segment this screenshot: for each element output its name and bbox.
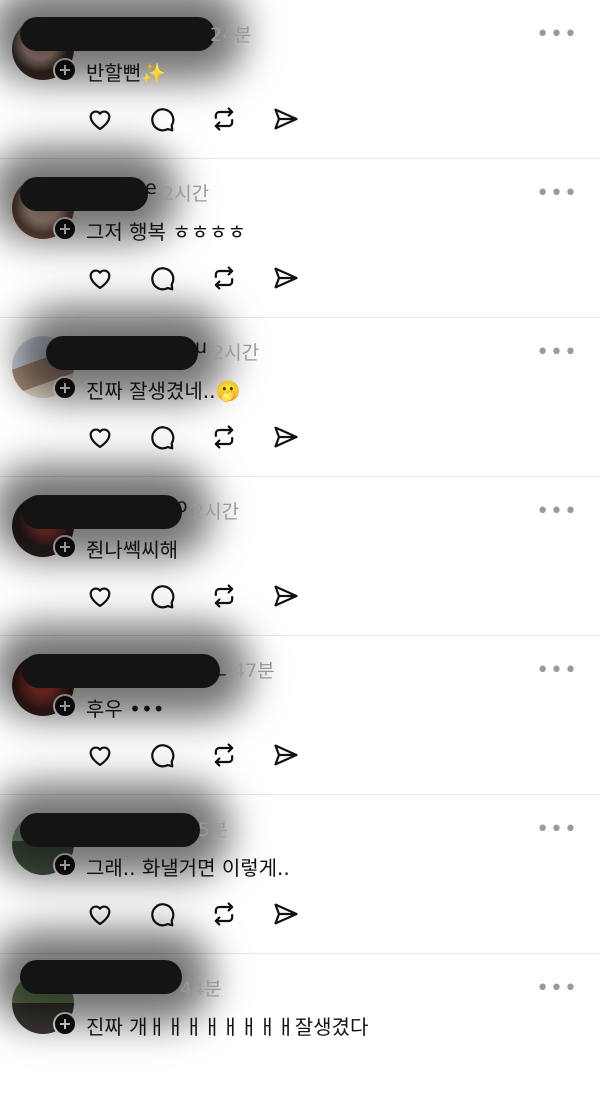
post-text: 그래.. 화낼거면 이렇게.. xyxy=(86,856,290,880)
comment-icon[interactable] xyxy=(148,898,210,930)
send-icon[interactable] xyxy=(272,262,334,294)
username[interactable]: _ xyxy=(216,654,226,676)
action-bar xyxy=(86,421,334,453)
redacted-username xyxy=(22,495,182,529)
heart-icon[interactable] xyxy=(86,898,148,930)
username[interactable]: u xyxy=(195,336,207,358)
follow-plus-icon[interactable] xyxy=(53,853,77,877)
post-text: 줜나쎅씨해 xyxy=(86,538,178,562)
redacted-username xyxy=(46,336,198,370)
action-bar xyxy=(86,580,334,612)
timestamp: 44분 xyxy=(180,978,222,1000)
post-text: 반할뻔✨ xyxy=(86,61,167,85)
more-icon[interactable]: ••• xyxy=(536,499,578,524)
action-bar xyxy=(86,103,334,135)
comment-icon[interactable] xyxy=(148,421,210,453)
repost-icon[interactable] xyxy=(210,739,272,771)
heart-icon[interactable] xyxy=(86,580,148,612)
send-icon[interactable] xyxy=(272,421,334,453)
heart-icon[interactable] xyxy=(86,262,148,294)
heart-icon[interactable] xyxy=(86,421,148,453)
timestamp: 5분 xyxy=(198,819,228,841)
repost-icon[interactable] xyxy=(210,262,272,294)
heart-icon[interactable] xyxy=(86,103,148,135)
follow-plus-icon[interactable] xyxy=(53,58,77,82)
post: 5분 ••• 그래.. 화낼거면 이렇게.. xyxy=(0,795,600,954)
action-bar xyxy=(86,898,334,930)
follow-plus-icon[interactable] xyxy=(53,217,77,241)
post: wo_usni 44분 ••• 진짜 개ㅐㅐㅐㅐㅐㅐㅐㅐ잘생겼다 xyxy=(0,954,600,1113)
repost-icon[interactable] xyxy=(210,103,272,135)
action-bar xyxy=(86,739,334,771)
redacted-username xyxy=(22,654,220,688)
more-icon[interactable]: ••• xyxy=(536,340,578,365)
post: e 2시간 ••• 그저 행복 ㅎㅎㅎㅎ xyxy=(0,159,600,318)
post: _ 47분 ••• 후우 ••• xyxy=(0,636,600,795)
redacted-username xyxy=(20,177,148,211)
action-bar xyxy=(86,262,334,294)
follow-plus-icon[interactable] xyxy=(53,535,77,559)
comment-icon[interactable] xyxy=(148,739,210,771)
redacted-username xyxy=(20,813,200,847)
post-text: 후우 ••• xyxy=(86,697,165,721)
more-icon[interactable]: ••• xyxy=(536,22,578,47)
more-icon[interactable]: ••• xyxy=(536,976,578,1001)
timestamp: 47분 xyxy=(233,660,275,682)
post-text: 그저 행복 ㅎㅎㅎㅎ xyxy=(86,220,246,244)
more-icon[interactable]: ••• xyxy=(536,817,578,842)
post: o 2시간 ••• 줜나쎅씨해 xyxy=(0,477,600,636)
more-icon[interactable]: ••• xyxy=(536,181,578,206)
send-icon[interactable] xyxy=(272,739,334,771)
post-text: 진짜 개ㅐㅐㅐㅐㅐㅐㅐㅐ잘생겼다 xyxy=(86,1015,369,1039)
repost-icon[interactable] xyxy=(210,421,272,453)
comment-icon[interactable] xyxy=(148,103,210,135)
timestamp: 24분 xyxy=(210,24,252,46)
timestamp: 2시간 xyxy=(162,183,210,205)
username[interactable]: e xyxy=(145,177,157,199)
follow-plus-icon[interactable] xyxy=(53,376,77,400)
post: 24분 ••• 반할뻔✨ xyxy=(0,0,600,159)
comment-icon[interactable] xyxy=(148,262,210,294)
timestamp: 2시간 xyxy=(192,501,240,523)
more-icon[interactable]: ••• xyxy=(536,658,578,683)
follow-plus-icon[interactable] xyxy=(53,694,77,718)
username[interactable]: o xyxy=(176,495,188,517)
send-icon[interactable] xyxy=(272,580,334,612)
redacted-username xyxy=(20,960,182,994)
timestamp: 2시간 xyxy=(212,342,260,364)
heart-icon[interactable] xyxy=(86,739,148,771)
comment-icon[interactable] xyxy=(148,580,210,612)
redacted-username xyxy=(20,17,215,51)
follow-plus-icon[interactable] xyxy=(53,1012,77,1036)
post-text: 진짜 잘생겼네..🫢 xyxy=(86,379,241,403)
repost-icon[interactable] xyxy=(210,580,272,612)
send-icon[interactable] xyxy=(272,898,334,930)
repost-icon[interactable] xyxy=(210,898,272,930)
send-icon[interactable] xyxy=(272,103,334,135)
post: u 2시간 ••• 진짜 잘생겼네..🫢 xyxy=(0,318,600,477)
